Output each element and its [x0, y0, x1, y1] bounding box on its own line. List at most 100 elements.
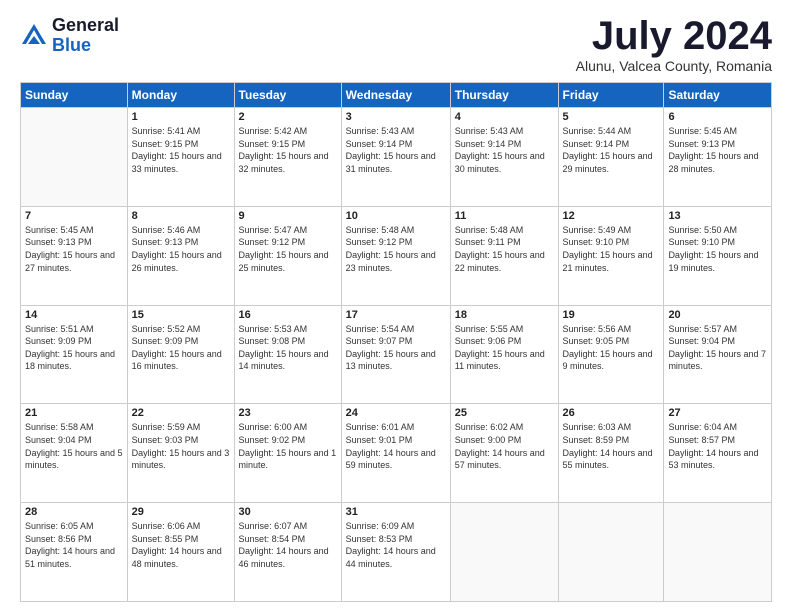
calendar-week-row: 28 Sunrise: 6:05 AM Sunset: 8:56 PM Dayli…	[21, 503, 772, 602]
day-number: 3	[346, 111, 446, 123]
calendar-cell: 21Sunrise: 5:58 AM Sunset: 9:04 PM Dayli…	[21, 404, 128, 503]
calendar-cell: 30Sunrise: 6:07 AM Sunset: 8:54 PM Dayli…	[234, 503, 341, 602]
calendar-cell: 22Sunrise: 5:59 AM Sunset: 9:03 PM Dayli…	[127, 404, 234, 503]
logo-blue: Blue	[52, 36, 119, 56]
day-number: 9	[239, 210, 337, 222]
day-number: 29	[132, 506, 230, 518]
calendar-cell	[558, 503, 664, 602]
calendar-cell: 14 Sunrise: 5:51 AM Sunset: 9:09 PM Dayli…	[21, 305, 128, 404]
day-info: Sunrise: 6:00 AM Sunset: 9:02 PM Dayligh…	[239, 421, 337, 471]
day-number: 12	[563, 210, 660, 222]
day-info: Sunrise: 6:05 AM Sunset: 8:56 PM Dayligh…	[25, 520, 123, 570]
calendar-cell: 29 Sunrise: 6:06 AM Sunset: 8:55 PM Dayli…	[127, 503, 234, 602]
day-info: Sunrise: 5:51 AM Sunset: 9:09 PM Dayligh…	[25, 323, 123, 373]
calendar-week-row: 1 Sunrise: 5:41 AM Sunset: 9:15 PM Daylig…	[21, 108, 772, 207]
calendar-week-row: 21Sunrise: 5:58 AM Sunset: 9:04 PM Dayli…	[21, 404, 772, 503]
day-number: 1	[132, 111, 230, 123]
calendar-cell: 24 Sunrise: 6:01 AM Sunset: 9:01 PM Dayli…	[341, 404, 450, 503]
day-info: Sunrise: 6:01 AM Sunset: 9:01 PM Dayligh…	[346, 421, 446, 471]
calendar-cell	[664, 503, 772, 602]
day-number: 16	[239, 309, 337, 321]
day-info: Sunrise: 6:04 AM Sunset: 8:57 PM Dayligh…	[668, 421, 767, 471]
calendar-cell: 4Sunrise: 5:43 AM Sunset: 9:14 PM Daylig…	[450, 108, 558, 207]
day-info: Sunrise: 5:45 AM Sunset: 9:13 PM Dayligh…	[25, 224, 123, 274]
day-number: 5	[563, 111, 660, 123]
logo-text: General Blue	[52, 16, 119, 56]
location: Alunu, Valcea County, Romania	[576, 58, 772, 74]
calendar-week-row: 7 Sunrise: 5:45 AM Sunset: 9:13 PM Daylig…	[21, 206, 772, 305]
day-info: Sunrise: 5:44 AM Sunset: 9:14 PM Dayligh…	[563, 125, 660, 175]
calendar-cell	[450, 503, 558, 602]
day-info: Sunrise: 5:57 AM Sunset: 9:04 PM Dayligh…	[668, 323, 767, 373]
calendar-cell: 8Sunrise: 5:46 AM Sunset: 9:13 PM Daylig…	[127, 206, 234, 305]
calendar-cell: 7 Sunrise: 5:45 AM Sunset: 9:13 PM Daylig…	[21, 206, 128, 305]
calendar-cell: 6 Sunrise: 5:45 AM Sunset: 9:13 PM Daylig…	[664, 108, 772, 207]
day-number: 18	[455, 309, 554, 321]
day-info: Sunrise: 6:09 AM Sunset: 8:53 PM Dayligh…	[346, 520, 446, 570]
calendar-cell: 31Sunrise: 6:09 AM Sunset: 8:53 PM Dayli…	[341, 503, 450, 602]
day-number: 8	[132, 210, 230, 222]
header-tuesday: Tuesday	[234, 83, 341, 108]
day-number: 10	[346, 210, 446, 222]
day-info: Sunrise: 5:48 AM Sunset: 9:11 PM Dayligh…	[455, 224, 554, 274]
day-info: Sunrise: 6:02 AM Sunset: 9:00 PM Dayligh…	[455, 421, 554, 471]
calendar-table: Sunday Monday Tuesday Wednesday Thursday…	[20, 82, 772, 602]
calendar-cell: 9 Sunrise: 5:47 AM Sunset: 9:12 PM Daylig…	[234, 206, 341, 305]
day-info: Sunrise: 5:47 AM Sunset: 9:12 PM Dayligh…	[239, 224, 337, 274]
day-number: 14	[25, 309, 123, 321]
day-info: Sunrise: 6:06 AM Sunset: 8:55 PM Dayligh…	[132, 520, 230, 570]
day-number: 19	[563, 309, 660, 321]
day-number: 4	[455, 111, 554, 123]
calendar-cell: 18 Sunrise: 5:55 AM Sunset: 9:06 PM Dayli…	[450, 305, 558, 404]
calendar-cell: 13Sunrise: 5:50 AM Sunset: 9:10 PM Dayli…	[664, 206, 772, 305]
calendar-cell: 23 Sunrise: 6:00 AM Sunset: 9:02 PM Dayli…	[234, 404, 341, 503]
day-info: Sunrise: 6:03 AM Sunset: 8:59 PM Dayligh…	[563, 421, 660, 471]
day-info: Sunrise: 5:56 AM Sunset: 9:05 PM Dayligh…	[563, 323, 660, 373]
day-number: 24	[346, 407, 446, 419]
header-sunday: Sunday	[21, 83, 128, 108]
header-wednesday: Wednesday	[341, 83, 450, 108]
header: General Blue July 2024 Alunu, Valcea Cou…	[20, 16, 772, 74]
calendar-cell: 11Sunrise: 5:48 AM Sunset: 9:11 PM Dayli…	[450, 206, 558, 305]
day-info: Sunrise: 5:52 AM Sunset: 9:09 PM Dayligh…	[132, 323, 230, 373]
calendar-cell: 1 Sunrise: 5:41 AM Sunset: 9:15 PM Daylig…	[127, 108, 234, 207]
weekday-header-row: Sunday Monday Tuesday Wednesday Thursday…	[21, 83, 772, 108]
calendar-cell: 27 Sunrise: 6:04 AM Sunset: 8:57 PM Dayli…	[664, 404, 772, 503]
calendar-cell: 12 Sunrise: 5:49 AM Sunset: 9:10 PM Dayli…	[558, 206, 664, 305]
day-info: Sunrise: 5:45 AM Sunset: 9:13 PM Dayligh…	[668, 125, 767, 175]
header-friday: Friday	[558, 83, 664, 108]
day-info: Sunrise: 5:55 AM Sunset: 9:06 PM Dayligh…	[455, 323, 554, 373]
day-info: Sunrise: 5:53 AM Sunset: 9:08 PM Dayligh…	[239, 323, 337, 373]
day-number: 15	[132, 309, 230, 321]
header-thursday: Thursday	[450, 83, 558, 108]
day-info: Sunrise: 5:49 AM Sunset: 9:10 PM Dayligh…	[563, 224, 660, 274]
calendar-cell: 17 Sunrise: 5:54 AM Sunset: 9:07 PM Dayli…	[341, 305, 450, 404]
day-number: 26	[563, 407, 660, 419]
day-number: 17	[346, 309, 446, 321]
day-info: Sunrise: 5:41 AM Sunset: 9:15 PM Dayligh…	[132, 125, 230, 175]
day-info: Sunrise: 5:54 AM Sunset: 9:07 PM Dayligh…	[346, 323, 446, 373]
header-saturday: Saturday	[664, 83, 772, 108]
day-number: 28	[25, 506, 123, 518]
day-number: 20	[668, 309, 767, 321]
calendar-cell: 25 Sunrise: 6:02 AM Sunset: 9:00 PM Dayli…	[450, 404, 558, 503]
month-title: July 2024	[576, 16, 772, 56]
logo-general: General	[52, 16, 119, 36]
calendar-cell: 20 Sunrise: 5:57 AM Sunset: 9:04 PM Dayli…	[664, 305, 772, 404]
day-number: 6	[668, 111, 767, 123]
day-number: 23	[239, 407, 337, 419]
day-number: 25	[455, 407, 554, 419]
day-info: Sunrise: 5:43 AM Sunset: 9:14 PM Dayligh…	[346, 125, 446, 175]
day-number: 27	[668, 407, 767, 419]
calendar-cell: 16 Sunrise: 5:53 AM Sunset: 9:08 PM Dayli…	[234, 305, 341, 404]
calendar-cell: 19 Sunrise: 5:56 AM Sunset: 9:05 PM Dayli…	[558, 305, 664, 404]
day-number: 7	[25, 210, 123, 222]
header-monday: Monday	[127, 83, 234, 108]
day-info: Sunrise: 5:59 AM Sunset: 9:03 PM Dayligh…	[132, 421, 230, 471]
logo-icon	[20, 22, 48, 50]
day-info: Sunrise: 5:58 AM Sunset: 9:04 PM Dayligh…	[25, 421, 123, 471]
calendar-cell: 10Sunrise: 5:48 AM Sunset: 9:12 PM Dayli…	[341, 206, 450, 305]
day-number: 13	[668, 210, 767, 222]
calendar-cell: 26 Sunrise: 6:03 AM Sunset: 8:59 PM Dayli…	[558, 404, 664, 503]
calendar-cell: 3 Sunrise: 5:43 AM Sunset: 9:14 PM Daylig…	[341, 108, 450, 207]
